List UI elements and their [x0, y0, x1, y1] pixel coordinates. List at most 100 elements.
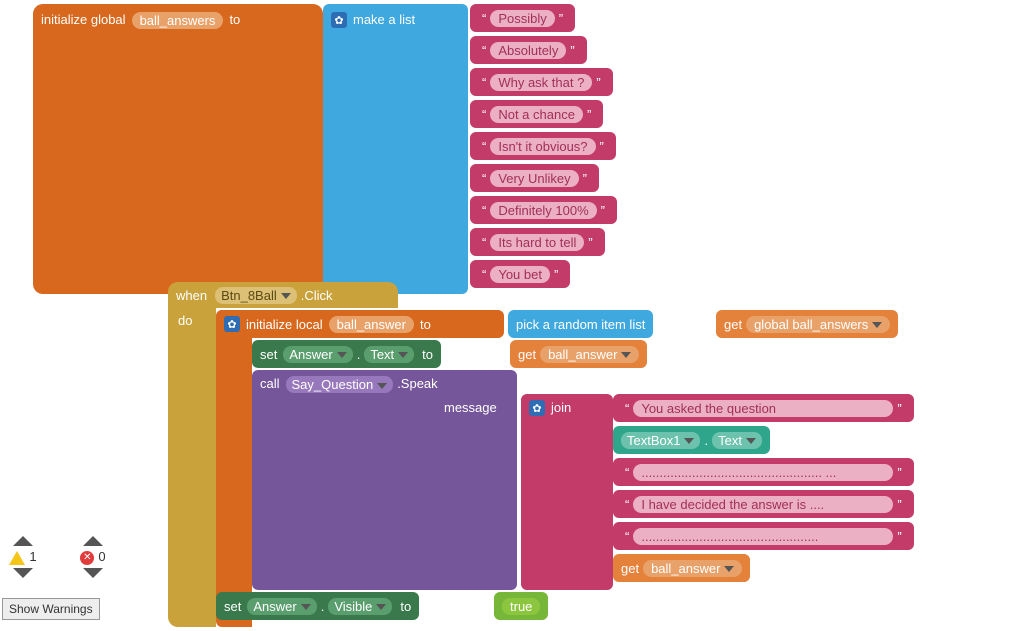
text-literal-block[interactable]: “Possibly”	[470, 4, 575, 32]
errors-nav[interactable]: ✕0	[76, 536, 110, 578]
close-quote: ”	[588, 235, 592, 250]
errors-count: 0	[98, 549, 105, 564]
chevron-down-icon[interactable]	[83, 568, 103, 578]
get-keyword: get	[621, 561, 639, 576]
textbox-text-block[interactable]: TextBox1 . Text	[613, 426, 770, 454]
pick-random-block[interactable]: pick a random item list	[508, 310, 653, 338]
warnings-nav[interactable]: 1	[6, 536, 40, 578]
text-literal-value: Isn't it obvious?	[490, 138, 595, 155]
get-keyword: get	[724, 317, 742, 332]
open-quote: “	[482, 235, 486, 250]
join-get-local-var[interactable]: ball_answer	[643, 560, 742, 577]
text-literal-block[interactable]: “Definitely 100%”	[470, 196, 617, 224]
set-answer-visible-block[interactable]: set Answer . Visible to	[216, 592, 419, 620]
event-component[interactable]: Btn_8Ball	[215, 287, 297, 304]
close-quote: ”	[554, 267, 558, 282]
local-var-name: ball_answer	[329, 316, 414, 333]
chevron-down-icon[interactable]	[13, 568, 33, 578]
initialize-global-block[interactable]: initialize global ball_answers to	[33, 4, 323, 294]
open-quote: “	[482, 267, 486, 282]
text-literal-value: Absolutely	[490, 42, 566, 59]
set-keyword: set	[260, 347, 277, 362]
join-text-0-value: You asked the question	[633, 400, 893, 417]
open-quote: “	[625, 465, 629, 480]
open-quote: “	[625, 529, 629, 544]
initialize-global-to: to	[229, 12, 240, 27]
join-label: join	[551, 400, 571, 415]
join-get-local-block[interactable]: get ball_answer	[613, 554, 750, 582]
text-literal-value: Not a chance	[490, 106, 583, 123]
call-method: .Speak	[397, 376, 437, 391]
text-literal-value: Definitely 100%	[490, 202, 596, 219]
close-quote: ”	[596, 75, 600, 90]
open-quote: “	[482, 43, 486, 58]
textbox-component[interactable]: TextBox1	[621, 432, 700, 449]
get-local-var[interactable]: ball_answer	[540, 346, 639, 363]
gear-icon[interactable]: ✿	[529, 400, 545, 416]
warnings-count: 1	[29, 549, 36, 564]
get-global-block[interactable]: get global ball_answers	[716, 310, 898, 338]
true-block[interactable]: true	[494, 592, 548, 620]
when-click-header: when Btn_8Ball .Click	[168, 282, 398, 308]
text-literal-block[interactable]: “Very Unlikey”	[470, 164, 599, 192]
textbox-property[interactable]: Text	[712, 432, 762, 449]
get-global-var[interactable]: global ball_answers	[746, 316, 890, 333]
initialize-local-block[interactable]: ✿ initialize local ball_answer to	[216, 310, 504, 338]
close-quote: ”	[570, 43, 574, 58]
when-click-block[interactable]	[168, 282, 216, 627]
chevron-up-icon[interactable]	[83, 536, 103, 546]
text-literal-block[interactable]: “ Not a chance ”	[470, 100, 603, 128]
gear-icon[interactable]: ✿	[331, 12, 347, 28]
warning-icon	[9, 551, 25, 565]
text-literal-value: Why ask that ?	[490, 74, 592, 91]
text-literal-value: Very Unlikey	[490, 170, 578, 187]
join-text-4[interactable]: “ ......................................…	[613, 522, 914, 550]
set-component[interactable]: Answer	[283, 346, 352, 363]
open-quote: “	[482, 139, 486, 154]
open-quote: “	[625, 497, 629, 512]
call-component[interactable]: Say_Question	[286, 376, 394, 393]
event-method: .Click	[301, 288, 333, 303]
true-value: true	[502, 598, 540, 615]
pick-random-label: pick a random item list	[516, 317, 645, 332]
open-quote: “	[482, 11, 486, 26]
set-answer-text-block[interactable]: set Answer . Text to	[252, 340, 441, 368]
set-visible-component[interactable]: Answer	[247, 598, 316, 615]
call-keyword: call	[260, 376, 280, 391]
text-literal-block[interactable]: “ You bet ”	[470, 260, 570, 288]
initialize-local-to: to	[420, 317, 431, 332]
set-to: to	[422, 347, 433, 362]
make-list-block[interactable]: ✿ make a list	[323, 4, 468, 294]
initialize-global-keyword: initialize global	[41, 12, 126, 27]
open-quote: “	[482, 203, 486, 218]
close-quote: ”	[583, 171, 587, 186]
close-quote: ”	[897, 401, 901, 416]
set-visible-property[interactable]: Visible	[328, 598, 392, 615]
get-local-block[interactable]: get ball_answer	[510, 340, 647, 368]
set-keyword: set	[224, 599, 241, 614]
global-var-name: ball_answers	[132, 12, 224, 29]
set-property[interactable]: Text	[364, 346, 414, 363]
chevron-up-icon[interactable]	[13, 536, 33, 546]
show-warnings-button[interactable]: Show Warnings	[2, 598, 100, 620]
join-block[interactable]: ✿ join	[521, 394, 613, 590]
initialize-local-keyword: initialize local	[246, 317, 323, 332]
text-literal-value: You bet	[490, 266, 550, 283]
open-quote: “	[482, 107, 486, 122]
join-text-4-value: ........................................…	[633, 528, 893, 545]
text-literal-value: Possibly	[490, 10, 554, 27]
join-text-2-value: ........................................…	[633, 464, 893, 481]
gear-icon[interactable]: ✿	[224, 316, 240, 332]
join-text-2[interactable]: “ ......................................…	[613, 458, 914, 486]
join-text-0[interactable]: “ You asked the question ”	[613, 394, 914, 422]
text-literal-block[interactable]: “ Absolutely ”	[470, 36, 587, 64]
join-text-3[interactable]: “ I have decided the answer is .... ”	[613, 490, 914, 518]
text-literal-block[interactable]: “Why ask that ?”	[470, 68, 613, 96]
close-quote: ”	[587, 107, 591, 122]
get-keyword: get	[518, 347, 536, 362]
text-literal-block[interactable]: “ Isn't it obvious? ”	[470, 132, 616, 160]
initialize-local-body	[216, 310, 252, 627]
text-literal-block[interactable]: “Its hard to tell”	[470, 228, 605, 256]
close-quote: ”	[897, 465, 901, 480]
close-quote: ”	[600, 139, 604, 154]
